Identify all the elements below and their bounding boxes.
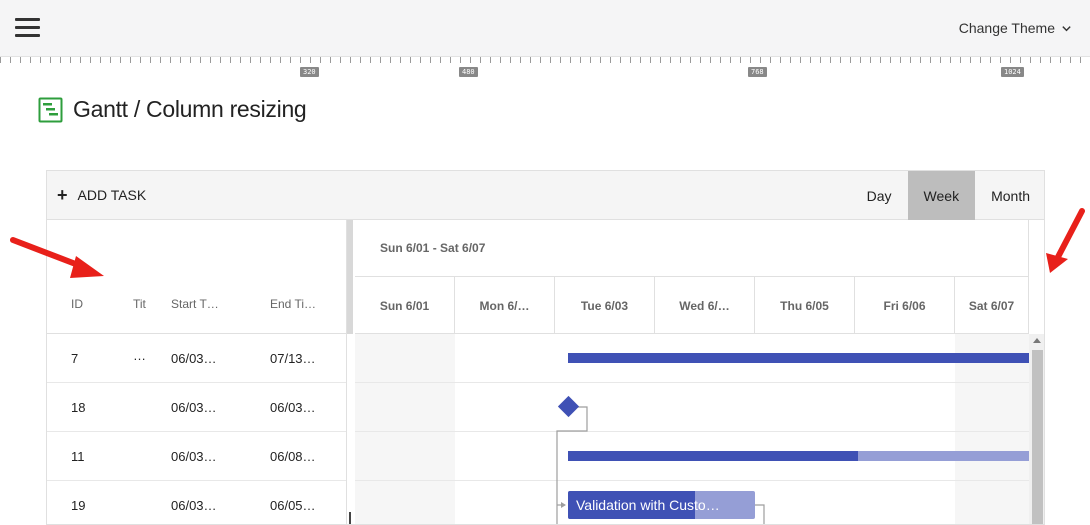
- day-header: Tue 6/03: [555, 277, 655, 334]
- splitter-grip-handle[interactable]: [349, 512, 351, 524]
- scroll-up-arrow-icon[interactable]: [1033, 338, 1041, 343]
- ruler-ticks: [0, 57, 1090, 63]
- plus-icon: +: [57, 185, 68, 205]
- column-header-end-time[interactable]: End Ti…: [270, 297, 340, 311]
- scroll-thumb[interactable]: [1032, 350, 1043, 524]
- ruler-mark-1024: 1024: [1001, 67, 1024, 77]
- day-header: Wed 6/…: [655, 277, 755, 334]
- top-bar: Change Theme: [0, 0, 1090, 57]
- cell-id: 18: [71, 400, 86, 415]
- splitter-bar[interactable]: [347, 220, 353, 334]
- cell-end: 07/13…: [270, 351, 316, 366]
- page-title: Gantt / Column resizing: [73, 96, 307, 122]
- ruler-mark-320: 320: [300, 67, 319, 77]
- add-task-button[interactable]: + ADD TASK: [57, 185, 147, 205]
- cell-title: …: [133, 348, 146, 363]
- cell-id: 7: [71, 351, 79, 366]
- column-header-title[interactable]: Tit: [133, 297, 161, 311]
- cell-start: 06/03…: [171, 498, 217, 513]
- day-header: Sun 6/01: [355, 277, 455, 334]
- timeline-body: Validation with Custo…: [355, 334, 1029, 524]
- task-bar-label: Validation with Custo…: [576, 497, 720, 513]
- column-header-start-time[interactable]: Start T…: [171, 297, 251, 311]
- column-header-id[interactable]: ID: [71, 297, 111, 311]
- view-week-button[interactable]: Week: [907, 171, 976, 220]
- day-header: Mon 6/…: [455, 277, 555, 334]
- viewport-ruler: 320 480 768 1024: [0, 57, 1090, 79]
- day-header: Fri 6/06: [855, 277, 955, 334]
- gantt-toolbar: + ADD TASK Day Week Month: [47, 171, 1044, 220]
- ruler-mark-480: 480: [459, 67, 478, 77]
- gantt-chart: + ADD TASK Day Week Month ID Tit Start T…: [46, 170, 1045, 525]
- cell-end: 06/03…: [270, 400, 316, 415]
- chevron-down-icon: [1062, 25, 1071, 31]
- cell-id: 19: [71, 498, 86, 513]
- cell-end: 06/05…: [270, 498, 316, 513]
- view-month-button[interactable]: Month: [975, 171, 1044, 220]
- week-range-label: Sun 6/01 - Sat 6/07: [380, 241, 486, 255]
- gantt-icon: [38, 97, 63, 122]
- table-row[interactable]: 18 06/03… 06/03…: [47, 383, 346, 432]
- timeline-week-header: Sun 6/01 - Sat 6/07: [355, 220, 1029, 277]
- cell-end: 06/08…: [270, 449, 316, 464]
- task-bar[interactable]: [568, 353, 1029, 363]
- ruler-mark-768: 768: [748, 67, 767, 77]
- vertical-scrollbar[interactable]: [1029, 334, 1044, 524]
- change-theme-label: Change Theme: [958, 20, 1055, 36]
- annotation-arrow-icon: [10, 237, 104, 278]
- add-task-label: ADD TASK: [77, 187, 147, 203]
- table-row[interactable]: 11 06/03… 06/08…: [47, 432, 346, 481]
- pane-splitter[interactable]: [346, 220, 354, 524]
- view-day-button[interactable]: Day: [851, 171, 908, 220]
- cell-start: 06/03…: [171, 449, 217, 464]
- gantt-timeline: Sun 6/01 - Sat 6/07 Sun 6/01 Mon 6/… Tue…: [355, 220, 1044, 524]
- view-switcher: Day Week Month: [851, 171, 1044, 220]
- table-row[interactable]: 19 06/03… 06/05…: [47, 481, 346, 524]
- hamburger-menu-icon[interactable]: [15, 18, 40, 38]
- task-bar-progress[interactable]: [568, 451, 858, 461]
- day-header: Thu 6/05: [755, 277, 855, 334]
- change-theme-button[interactable]: Change Theme: [959, 20, 1072, 36]
- day-header: Sat 6/07: [955, 277, 1029, 334]
- cell-id: 11: [71, 449, 85, 464]
- cell-start: 06/03…: [171, 351, 217, 366]
- cell-start: 06/03…: [171, 400, 217, 415]
- table-row[interactable]: 7 … 06/03… 07/13…: [47, 334, 346, 383]
- annotation-arrow-icon: [1046, 208, 1085, 273]
- timeline-day-header: Sun 6/01 Mon 6/… Tue 6/03 Wed 6/… Thu 6/…: [355, 277, 1029, 334]
- page-heading: Gantt / Column resizing: [38, 96, 307, 123]
